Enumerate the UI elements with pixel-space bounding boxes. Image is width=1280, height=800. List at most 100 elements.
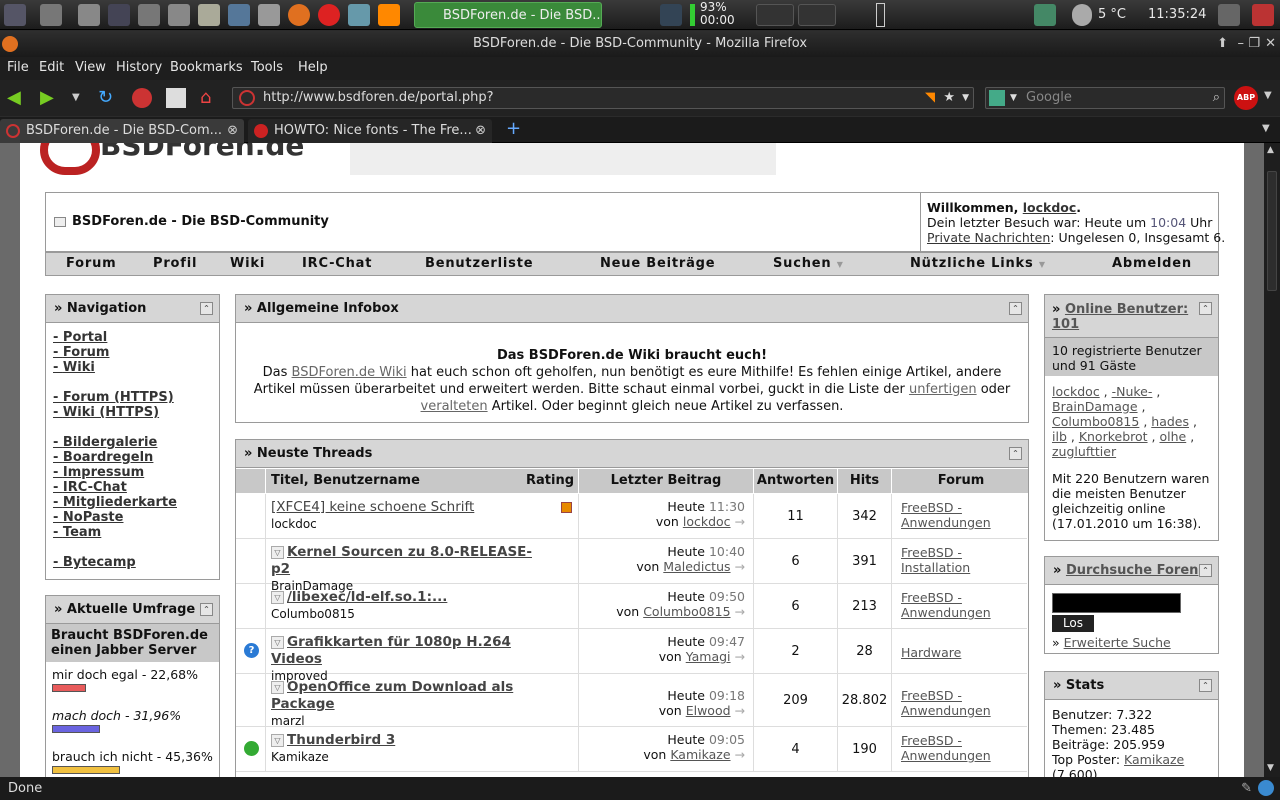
- thread-title-link[interactable]: Grafikkarten für 1080p H.264 Videos: [271, 634, 511, 667]
- forum-link-sub[interactable]: Anwendungen: [901, 703, 991, 718]
- thread-title-link[interactable]: Kernel Sourcen zu 8.0-RELEASE-p2: [271, 544, 532, 577]
- nav-link-forum[interactable]: - Forum: [53, 345, 219, 360]
- nav-neue-beitraege[interactable]: Neue Beiträge: [600, 253, 715, 275]
- online-user-link[interactable]: olhe: [1159, 429, 1186, 444]
- goto-last-post-icon[interactable]: →: [735, 649, 745, 664]
- tray-window-icon[interactable]: [1218, 4, 1240, 26]
- online-user-link[interactable]: lockdoc: [1052, 384, 1100, 399]
- monitor-icon[interactable]: [228, 4, 250, 26]
- minimize-icon[interactable]: –: [1238, 31, 1245, 57]
- thread-title-link[interactable]: OpenOffice zum Download als Package: [271, 679, 513, 712]
- online-user-link[interactable]: Knorkebrot: [1079, 429, 1148, 444]
- collapse-icon[interactable]: ⌃: [1199, 564, 1212, 577]
- site-logo[interactable]: BSDForen.de: [100, 143, 304, 162]
- nav-link-boardregeln[interactable]: - Boardregeln: [53, 450, 219, 465]
- nav-link-impressum[interactable]: - Impressum: [53, 465, 219, 480]
- online-users-link[interactable]: Online Benutzer: 101: [1052, 302, 1188, 332]
- goto-last-post-icon[interactable]: →: [735, 703, 745, 718]
- menu-file[interactable]: File: [7, 60, 29, 75]
- forum-link[interactable]: FreeBSD -: [901, 500, 962, 515]
- window-titlebar[interactable]: BSDForen.de - Die BSD-Community - Mozill…: [0, 31, 1280, 57]
- goto-last-post-icon[interactable]: →: [735, 559, 745, 574]
- sync-icon[interactable]: [1258, 780, 1274, 796]
- forward-icon[interactable]: ▶: [40, 88, 60, 108]
- menu-bookmarks[interactable]: Bookmarks: [170, 60, 243, 75]
- scroll-up-icon[interactable]: ▲: [1267, 145, 1274, 155]
- collapse-icon[interactable]: ⌃: [1009, 302, 1022, 315]
- online-user-link[interactable]: hades: [1151, 414, 1189, 429]
- forum-link-sub[interactable]: Anwendungen: [901, 605, 991, 620]
- forum-link[interactable]: FreeBSD -: [901, 688, 962, 703]
- opera-icon[interactable]: [318, 4, 340, 26]
- thread-toggle-icon[interactable]: ▽: [271, 681, 284, 694]
- scroll-thumb[interactable]: [1267, 171, 1277, 291]
- taskbar-firefox[interactable]: BSDForen.de - Die BSD...: [414, 2, 602, 28]
- online-user-link[interactable]: -Nuke-: [1112, 384, 1153, 399]
- goto-last-post-icon[interactable]: →: [735, 604, 745, 619]
- nav-link-bildergalerie[interactable]: - Bildergalerie: [53, 435, 219, 450]
- forum-link[interactable]: FreeBSD -: [901, 733, 962, 748]
- reload-icon[interactable]: ↻: [98, 88, 118, 108]
- search-icon[interactable]: ⌕: [1213, 88, 1220, 108]
- last-post-user-link[interactable]: lockdoc: [683, 514, 731, 529]
- goto-last-post-icon[interactable]: →: [735, 747, 745, 762]
- nav-irc-chat[interactable]: IRC-Chat: [302, 253, 372, 275]
- menu-help[interactable]: Help: [298, 60, 328, 75]
- page-scrollbar[interactable]: ▲ ▼: [1264, 143, 1280, 777]
- rss-icon[interactable]: ◥: [925, 88, 935, 108]
- nav-nuetzliche-links[interactable]: Nützliche Links ▼: [910, 253, 1046, 276]
- taskbar-window-1[interactable]: [756, 4, 794, 26]
- menu-history[interactable]: History: [116, 60, 162, 75]
- thread-toggle-icon[interactable]: ▽: [271, 636, 284, 649]
- veralteten-link[interactable]: veralteten: [421, 399, 488, 414]
- url-bar[interactable]: http://www.bsdforen.de/portal.php? ◥ ★ ▼: [232, 87, 974, 109]
- nav-link-wiki[interactable]: - Wiki: [53, 360, 219, 375]
- thread-toggle-icon[interactable]: ▽: [271, 546, 284, 559]
- col-forum[interactable]: Forum: [892, 469, 1028, 493]
- last-post-user-link[interactable]: Kamikaze: [670, 747, 730, 762]
- terminal-icon[interactable]: [108, 4, 130, 26]
- private-messages-link[interactable]: Private Nachrichten: [927, 230, 1050, 245]
- tab-list-icon[interactable]: ▼: [1262, 123, 1270, 134]
- nav-link-mitgliederkarte[interactable]: - Mitgliederkarte: [53, 495, 219, 510]
- search-forums-link[interactable]: Durchsuche Foren: [1066, 563, 1198, 578]
- col-title[interactable]: Titel, Benutzername Rating: [266, 469, 579, 493]
- collapse-icon[interactable]: ⌃: [1199, 302, 1212, 315]
- forum-link-sub[interactable]: Anwendungen: [901, 748, 991, 763]
- adblock-dropdown-icon[interactable]: ▼: [1264, 90, 1272, 101]
- last-post-user-link[interactable]: Maledictus: [663, 559, 730, 574]
- menu-view[interactable]: View: [75, 60, 106, 75]
- goto-last-post-icon[interactable]: →: [735, 514, 745, 529]
- forum-link-sub[interactable]: Anwendungen: [901, 515, 991, 530]
- folder-icon[interactable]: [166, 88, 186, 108]
- thread-title-link[interactable]: Thunderbird 3: [287, 732, 395, 748]
- tab-close-icon[interactable]: ⊗: [227, 119, 238, 143]
- editor-icon[interactable]: [168, 4, 190, 26]
- vlc-icon[interactable]: [378, 4, 400, 26]
- thread-title-link[interactable]: /libexec/ld-elf.so.1:...: [287, 589, 447, 605]
- app-icon[interactable]: [78, 4, 100, 26]
- notes-icon[interactable]: [198, 4, 220, 26]
- pidgin-icon[interactable]: [348, 4, 370, 26]
- collapse-icon[interactable]: ⌃: [1009, 447, 1022, 460]
- nav-forum[interactable]: Forum: [66, 253, 117, 275]
- col-hits[interactable]: Hits: [838, 469, 892, 493]
- top-poster-link[interactable]: Kamikaze: [1124, 752, 1184, 767]
- menu-edit[interactable]: Edit: [39, 60, 64, 75]
- unfertigen-link[interactable]: unfertigen: [909, 382, 977, 397]
- nav-link-bytecamp[interactable]: - Bytecamp: [53, 555, 219, 570]
- forum-link[interactable]: FreeBSD -: [901, 590, 962, 605]
- forum-link[interactable]: FreeBSD -: [901, 545, 962, 560]
- menu-tools[interactable]: Tools: [251, 60, 283, 75]
- nav-profil[interactable]: Profil: [153, 253, 197, 275]
- thread-toggle-icon[interactable]: ▽: [271, 591, 284, 604]
- close-icon[interactable]: ✕: [1265, 31, 1276, 57]
- nav-link-wiki-https[interactable]: - Wiki (HTTPS): [53, 405, 219, 420]
- online-user-link[interactable]: Columbo0815: [1052, 414, 1139, 429]
- maximize-icon[interactable]: ❐: [1248, 31, 1260, 57]
- nav-link-team[interactable]: - Team: [53, 525, 219, 540]
- tab-howto-fonts[interactable]: HOWTO: Nice fonts - The Fre... ⊗: [248, 119, 492, 143]
- forum-search-input[interactable]: [1052, 593, 1181, 613]
- online-user-link[interactable]: ilb: [1052, 429, 1067, 444]
- adblock-icon[interactable]: ABP: [1234, 86, 1258, 110]
